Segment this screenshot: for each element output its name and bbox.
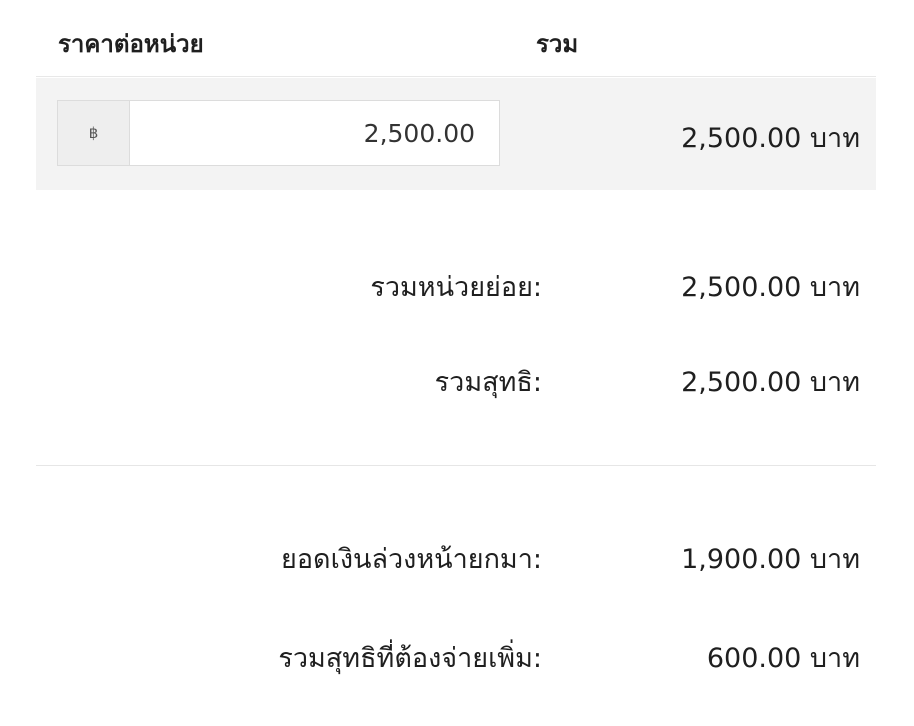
subtotal-label: รวมหน่วยย่อย: — [370, 272, 542, 303]
deposit-carried-label: ยอดเงินล่วงหน้ายกมา: — [281, 544, 542, 575]
unit-price-column-header: ราคาต่อหน่วย — [58, 30, 204, 58]
net-total-label: รวมสุทธิ: — [434, 367, 542, 398]
line-total-value: 2,500.00 บาท — [681, 123, 860, 154]
unit-price-input-group: ฿ — [57, 100, 500, 166]
deposit-carried-row: ยอดเงินล่วงหน้ายกมา: 1,900.00 บาท — [36, 537, 876, 577]
table-row: ฿ 2,500.00 บาท — [36, 78, 876, 190]
table-header: ราคาต่อหน่วย รวม — [36, 0, 876, 77]
net-total-row: รวมสุทธิ: 2,500.00 บาท — [36, 360, 876, 400]
subtotal-value: 2,500.00 บาท — [681, 272, 860, 303]
currency-addon: ฿ — [58, 101, 130, 165]
total-column-header: รวม — [536, 30, 579, 58]
net-due-row: รวมสุทธิที่ต้องจ่ายเพิ่ม: 600.00 บาท — [36, 636, 876, 676]
invoice-totals-panel: ราคาต่อหน่วย รวม ฿ 2,500.00 บาท รวมหน่วย… — [0, 0, 914, 726]
subtotal-row: รวมหน่วยย่อย: 2,500.00 บาท — [36, 265, 876, 305]
baht-currency-icon: ฿ — [88, 124, 99, 142]
net-due-value: 600.00 บาท — [706, 643, 860, 674]
net-due-label: รวมสุทธิที่ต้องจ่ายเพิ่ม: — [278, 643, 542, 674]
deposit-carried-value: 1,900.00 บาท — [681, 544, 860, 575]
net-total-value: 2,500.00 บาท — [681, 367, 860, 398]
unit-price-input[interactable] — [130, 101, 499, 165]
summary-divider — [36, 465, 876, 466]
